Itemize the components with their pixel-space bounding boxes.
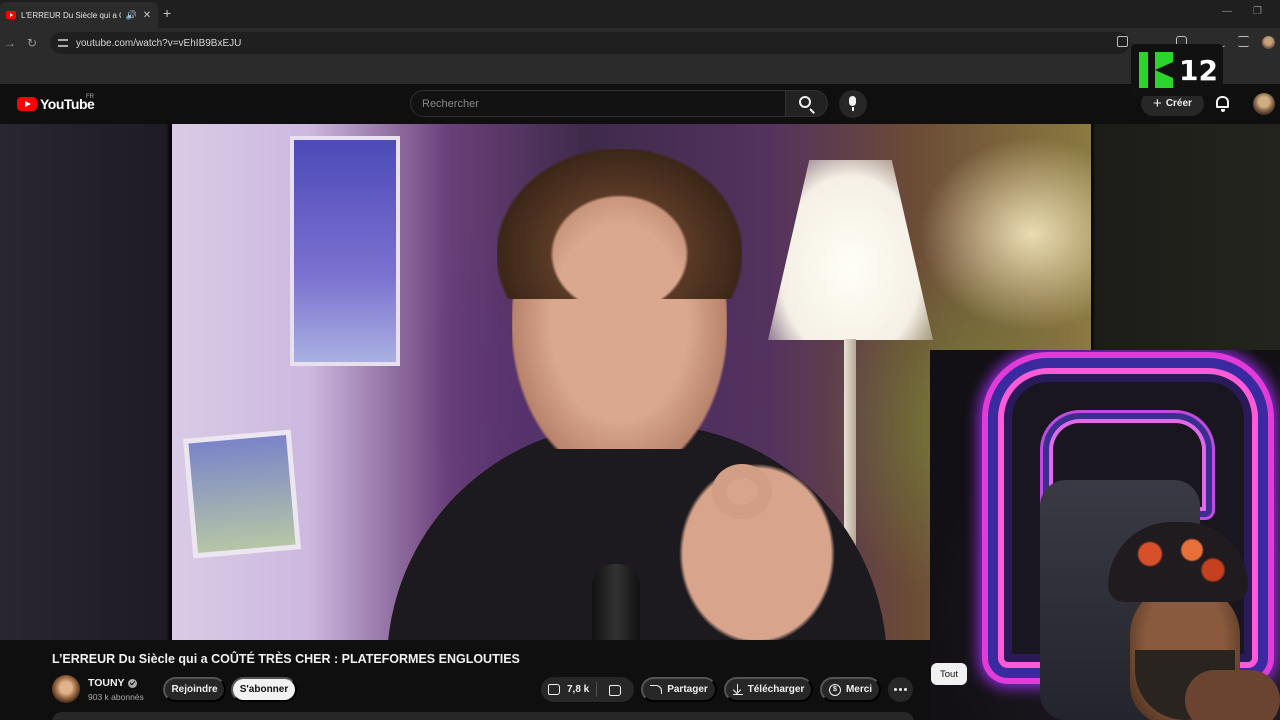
account-avatar[interactable] xyxy=(1253,93,1275,115)
description-box[interactable] xyxy=(52,712,914,720)
thumbs-up-icon[interactable] xyxy=(548,684,560,695)
stream-logo-badge: 12 xyxy=(1131,44,1223,96)
like-count[interactable]: 7,8 k xyxy=(567,684,589,695)
microphone-stand xyxy=(592,564,640,640)
tab-strip: L'ERREUR Du Siècle qui a COÛTÉ TRÈS CHER… xyxy=(0,0,1280,28)
browser-toolbar: → ↻ youtube.com/watch?v=vEhIB9BxEJU xyxy=(0,28,1280,58)
speaker-icon[interactable]: 🔊 xyxy=(126,10,137,21)
youtube-logo[interactable]: YouTube xyxy=(17,96,95,112)
site-settings-icon[interactable] xyxy=(58,39,68,47)
youtube-play-icon xyxy=(17,97,37,111)
like-dislike-group: 7,8 k xyxy=(541,677,634,702)
country-code: FR xyxy=(86,94,94,100)
url-text[interactable]: youtube.com/watch?v=vEhIB9BxEJU xyxy=(76,38,241,49)
more-dot-icon xyxy=(899,688,902,691)
browser-tab-youtube[interactable]: L'ERREUR Du Siècle qui a COÛTÉ TRÈS CHER… xyxy=(0,2,158,28)
streamer-webcam xyxy=(930,350,1280,720)
download-label: Télécharger xyxy=(747,684,805,695)
streamer-hand xyxy=(1185,670,1280,720)
screen: L'ERREUR Du Siècle qui a COÛTÉ TRÈS CHER… xyxy=(0,0,1280,720)
create-label: Créer xyxy=(1165,98,1192,109)
join-button[interactable]: Rejoindre xyxy=(163,677,226,702)
channel-name-text[interactable]: TOUNY xyxy=(88,677,125,689)
filter-chip-all[interactable]: Tout xyxy=(931,663,967,685)
tab-title: L'ERREUR Du Siècle qui a COÛTÉ TRÈS CHER… xyxy=(21,10,121,20)
channel-name[interactable]: TOUNY xyxy=(88,677,137,689)
more-dot-icon xyxy=(894,688,897,691)
download-arrow-icon xyxy=(732,684,743,695)
presenter-hair xyxy=(497,149,742,299)
verified-check-icon xyxy=(127,678,137,688)
video-title: L’ERREUR Du Siècle qui a COÛTÉ TRÈS CHER… xyxy=(52,652,520,666)
wall-picture xyxy=(182,429,302,559)
thanks-dollar-icon: $ xyxy=(828,683,841,696)
tab-close-icon[interactable]: ✕ xyxy=(142,10,152,21)
cast-icon[interactable] xyxy=(1117,36,1128,47)
voice-search-button[interactable] xyxy=(839,90,867,118)
new-tab-button[interactable]: + xyxy=(163,6,171,20)
forward-arrow-icon[interactable]: → xyxy=(4,36,16,50)
thumbs-down-icon[interactable] xyxy=(609,685,621,696)
download-button[interactable]: Télécharger xyxy=(724,677,813,702)
search-icon xyxy=(799,96,811,108)
floor-lamp xyxy=(768,160,933,340)
tab-menu-icon[interactable] xyxy=(1238,36,1249,47)
search-button[interactable] xyxy=(786,90,828,117)
plus-icon: + xyxy=(1153,95,1162,112)
wall-poster xyxy=(290,136,400,366)
search-input[interactable] xyxy=(422,97,785,110)
subscriber-count: 903 k abonnés xyxy=(88,692,144,702)
reload-icon[interactable]: ↻ xyxy=(27,36,37,50)
browser-spacer xyxy=(0,58,1280,84)
thanks-label: Merci xyxy=(845,684,873,695)
subscribe-button[interactable]: S'abonner xyxy=(231,677,297,702)
microphone-icon xyxy=(849,96,856,111)
search-box xyxy=(410,90,786,117)
youtube-favicon-icon xyxy=(6,11,16,19)
thanks-button[interactable]: $ Merci xyxy=(820,677,881,702)
k-logo-icon xyxy=(1139,52,1173,88)
maximize-button[interactable]: ❐ xyxy=(1253,6,1262,17)
share-button[interactable]: Partager xyxy=(641,677,717,702)
share-label: Partager xyxy=(667,684,708,695)
ok-gesture xyxy=(712,464,772,519)
more-dot-icon xyxy=(904,688,907,691)
browser-profile-avatar[interactable] xyxy=(1262,36,1275,49)
address-bar[interactable]: youtube.com/watch?v=vEhIB9BxEJU xyxy=(50,32,1130,54)
badge-number: 12 xyxy=(1179,53,1218,87)
more-actions-button[interactable] xyxy=(888,677,913,702)
notifications-bell-icon[interactable] xyxy=(1216,96,1229,112)
like-divider xyxy=(596,682,597,697)
share-arrow-icon xyxy=(650,685,663,694)
minimize-button[interactable]: — xyxy=(1222,6,1232,17)
channel-avatar[interactable] xyxy=(52,675,80,703)
